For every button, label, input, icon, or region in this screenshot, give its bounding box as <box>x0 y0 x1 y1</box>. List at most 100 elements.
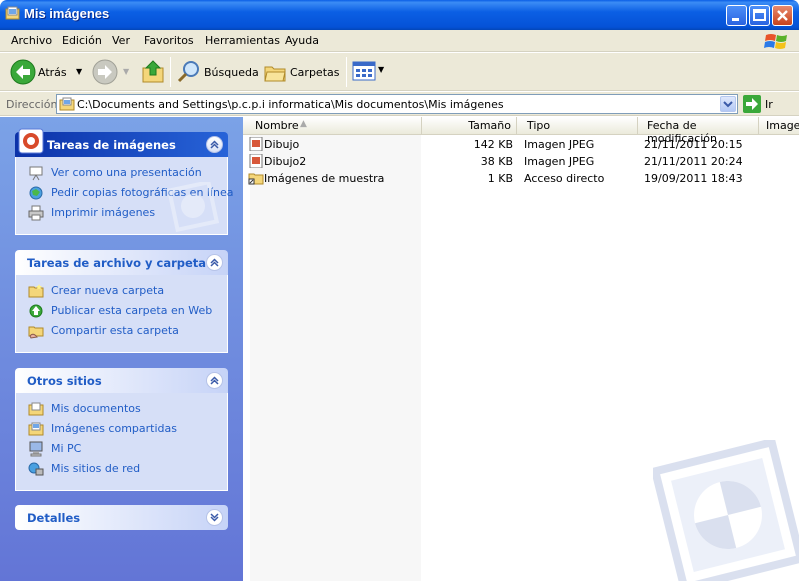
file-date: 19/09/2011 18:43 <box>644 172 743 185</box>
address-input[interactable]: C:\Documents and Settings\p.c.p.i inform… <box>56 94 738 114</box>
menu-bar: Archivo Edición Ver Favoritos Herramient… <box>0 30 799 52</box>
share-folder-icon <box>28 326 44 339</box>
panel-title: Tareas de archivo y carpeta <box>27 256 207 270</box>
back-arrow-icon <box>10 59 36 85</box>
place-label: Mi PC <box>51 442 82 455</box>
views-button[interactable]: ▼ <box>352 60 386 84</box>
file-date: 21/11/2011 20:24 <box>644 155 743 168</box>
globe-prints-icon <box>29 186 43 200</box>
search-label: Búsqueda <box>204 66 259 79</box>
task-label: Imprimir imágenes <box>51 206 156 219</box>
address-dropdown-button[interactable] <box>720 96 736 112</box>
menu-ayuda[interactable]: Ayuda <box>285 34 319 47</box>
panel-other-places: Otros sitios Mis documentos Imágenes com… <box>15 368 228 491</box>
file-name: Dibujo2 <box>264 155 307 168</box>
views-icon <box>352 61 376 81</box>
file-name: Dibujo <box>264 138 300 151</box>
place-label: Mis documentos <box>51 402 141 415</box>
toolbar: Atrás ▼ ▼ Búsqueda Carpetas ▼ <box>0 53 799 91</box>
minimize-button[interactable] <box>726 5 747 26</box>
menu-herramientas[interactable]: Herramientas <box>205 34 280 47</box>
collapse-icon[interactable] <box>206 254 223 271</box>
go-button[interactable]: Ir <box>742 94 782 114</box>
views-dropdown-icon[interactable]: ▼ <box>378 65 384 74</box>
folders-button[interactable]: Carpetas <box>262 57 342 87</box>
forward-arrow-icon <box>92 59 118 85</box>
place-shared-pictures[interactable]: Imágenes compartidas <box>16 419 227 439</box>
forward-button[interactable]: ▼ <box>92 57 132 87</box>
search-button[interactable]: Búsqueda <box>175 57 259 87</box>
back-button[interactable]: Atrás ▼ <box>8 57 86 87</box>
up-folder-icon[interactable] <box>141 59 167 85</box>
file-row[interactable]: Dibujo 142 KB Imagen JPEG 21/11/2011 20:… <box>243 136 799 153</box>
file-list-view[interactable]: Nombre ▲ Tamaño Tipo Fecha de modificaci… <box>243 117 799 581</box>
address-path: C:\Documents and Settings\p.c.p.i inform… <box>77 98 504 111</box>
panel-file-folder-tasks: Tareas de archivo y carpeta Crear nueva … <box>15 250 228 353</box>
slideshow-icon <box>29 166 43 181</box>
folders-label: Carpetas <box>290 66 340 79</box>
my-computer-icon <box>29 441 43 457</box>
column-header-size[interactable]: Tamaño <box>422 117 517 135</box>
go-label: Ir <box>765 98 773 111</box>
panel-details: Detalles <box>15 505 228 530</box>
task-new-folder[interactable]: Crear nueva carpeta <box>16 281 227 301</box>
column-header-date[interactable]: Fecha de modificación <box>638 117 759 145</box>
publish-web-icon <box>29 304 43 318</box>
go-arrow-icon <box>743 95 761 113</box>
column-label: Tamaño <box>468 119 511 132</box>
folders-icon <box>264 66 286 82</box>
column-header-type[interactable]: Tipo <box>517 117 638 135</box>
windows-logo-icon <box>764 34 787 49</box>
panel-header[interactable]: Otros sitios <box>15 368 228 393</box>
menu-ver[interactable]: Ver <box>112 34 130 47</box>
task-label: Publicar esta carpeta en Web <box>51 304 213 317</box>
panel-title: Detalles <box>27 511 81 525</box>
printer-icon <box>28 205 44 221</box>
column-label: Image <box>766 119 799 132</box>
task-share-folder[interactable]: Compartir esta carpeta <box>16 321 227 341</box>
file-row[interactable]: Imágenes de muestra 1 KB Acceso directo … <box>243 170 799 187</box>
place-network[interactable]: Mis sitios de red <box>16 459 227 479</box>
place-my-documents[interactable]: Mis documentos <box>16 399 227 419</box>
jpeg-file-icon <box>249 137 263 151</box>
shared-pictures-icon <box>28 422 44 436</box>
window-title: Mis imágenes <box>24 6 110 21</box>
column-header-name[interactable]: Nombre ▲ <box>243 117 422 135</box>
panel-header[interactable]: Tareas de archivo y carpeta <box>15 250 228 275</box>
close-button[interactable] <box>772 5 793 26</box>
place-my-computer[interactable]: Mi PC <box>16 439 227 459</box>
place-label: Mis sitios de red <box>51 462 141 475</box>
menu-edicion[interactable]: Edición <box>62 34 102 47</box>
file-type: Acceso directo <box>524 172 605 185</box>
panel-picture-tasks: Tareas de imágenes Ver como una presenta… <box>15 128 234 235</box>
menu-favoritos[interactable]: Favoritos <box>144 34 194 47</box>
panel-header[interactable]: Detalles <box>15 505 228 530</box>
menu-archivo[interactable]: Archivo <box>11 34 52 47</box>
file-size: 38 KB <box>480 155 513 168</box>
new-folder-icon <box>28 284 44 298</box>
panel-header[interactable]: Tareas de imágenes <box>15 128 228 157</box>
file-type: Imagen JPEG <box>524 138 595 151</box>
picture-tasks-icon <box>18 128 44 154</box>
title-bar[interactable]: Mis imágenes <box>0 0 799 30</box>
file-type: Imagen JPEG <box>524 155 595 168</box>
panel-title: Otros sitios <box>27 374 102 388</box>
file-row[interactable]: Dibujo2 38 KB Imagen JPEG 21/11/2011 20:… <box>243 153 799 170</box>
maximize-icon <box>753 9 766 21</box>
task-slideshow[interactable]: Ver como una presentación <box>16 163 227 183</box>
forward-dropdown-icon[interactable]: ▼ <box>123 67 129 76</box>
column-header-image[interactable]: Image <box>759 117 799 135</box>
collapse-icon[interactable] <box>206 136 223 153</box>
place-label: Imágenes compartidas <box>51 422 177 435</box>
close-icon <box>777 10 788 21</box>
task-label: Ver como una presentación <box>51 166 202 179</box>
maximize-button[interactable] <box>749 5 770 26</box>
file-size: 1 KB <box>487 172 513 185</box>
task-publish-web[interactable]: Publicar esta carpeta en Web <box>16 301 227 321</box>
collapse-icon[interactable] <box>206 372 223 389</box>
folder-icon <box>59 97 75 111</box>
expand-icon[interactable] <box>206 509 223 526</box>
back-dropdown-icon[interactable]: ▼ <box>76 67 82 76</box>
file-date: 21/11/2011 20:15 <box>644 138 743 151</box>
column-label: Tipo <box>527 119 551 132</box>
